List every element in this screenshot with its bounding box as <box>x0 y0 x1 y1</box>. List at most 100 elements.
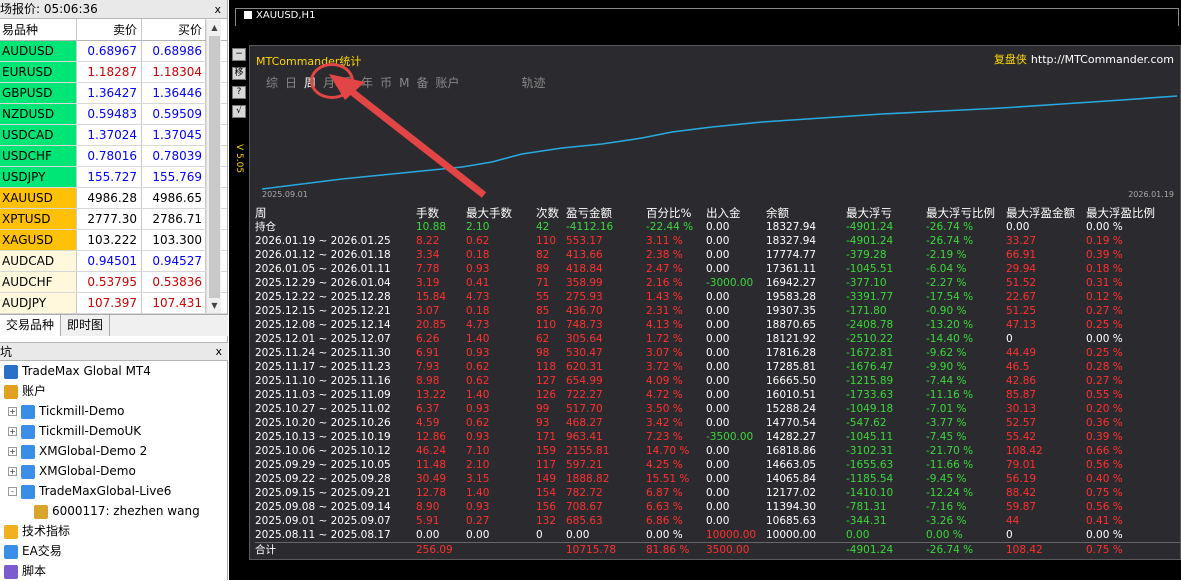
navigator-tree: TradeMax Global MT4 账户 + Tickmill-Demo + Tick… <box>0 361 228 581</box>
col-symbol[interactable]: 易品种 <box>0 19 77 40</box>
market-watch-title: 场报价: 05:06:36 <box>0 2 98 16</box>
market-watch-rows: AUDUSD 0.68967 0.68986 EURUSD 1.18287 1.18304… <box>0 41 227 314</box>
quote-bid: 0.59483 <box>77 104 142 124</box>
server-icon <box>21 444 35 459</box>
close-icon[interactable]: x <box>214 0 221 18</box>
nav-item-label: XMGlobal-Demo 2 <box>39 444 148 458</box>
quote-ask: 1.37045 <box>142 125 206 145</box>
quote-row[interactable]: AUDJPY 107.397 107.431 <box>0 293 227 314</box>
nav-item-label: 6000117: zhezhen wang <box>52 504 200 518</box>
nav-item[interactable]: + XMGlobal-Demo 2 <box>0 441 228 461</box>
nav-item-label: TradeMax Global MT4 <box>22 364 151 378</box>
chart-window[interactable]: XAUUSD,H1 − 移 ? √ MTCommander统计 复盘侠 http:… <box>229 0 1181 580</box>
tab-symbols[interactable]: 交易品种 <box>0 315 62 336</box>
close-icon[interactable]: x <box>215 343 222 361</box>
quote-symbol[interactable]: XPTUSD <box>0 209 77 229</box>
quote-row[interactable]: XAUUSD 4986.28 4986.65 <box>0 188 227 209</box>
quote-bid: 155.727 <box>77 167 142 187</box>
market-watch-header: 易品种 卖价 买价 <box>0 19 227 41</box>
quote-symbol[interactable]: USDCHF <box>0 146 77 166</box>
quote-ask: 4986.65 <box>142 188 206 208</box>
nav-item[interactable]: 技术指标 <box>0 521 228 541</box>
navigator-titlebar: 坑 x <box>0 342 228 361</box>
server-icon <box>21 464 35 479</box>
nav-item[interactable]: + XMGlobal-Demo <box>0 461 228 481</box>
nav-item-label: 脚本 <box>22 564 47 578</box>
quote-row[interactable]: XAGUSD 103.222 103.300 <box>0 230 227 251</box>
quote-bid: 4986.28 <box>77 188 142 208</box>
col-bid[interactable]: 卖价 <box>77 19 142 40</box>
nav-item[interactable]: TradeMax Global MT4 <box>0 361 228 381</box>
quote-ask: 0.68986 <box>142 41 206 61</box>
quote-ask: 2786.71 <box>142 209 206 229</box>
nav-item-label: Tickmill-DemoUK <box>39 424 142 438</box>
quote-row[interactable]: USDCHF 0.78016 0.78039 <box>0 146 227 167</box>
server-icon <box>21 484 35 499</box>
quote-ask: 155.769 <box>142 167 206 187</box>
quote-ask: 103.300 <box>142 230 206 250</box>
quote-symbol[interactable]: NZDUSD <box>0 104 77 124</box>
col-ask[interactable]: 买价 <box>142 19 206 40</box>
scroll-up-icon[interactable]: ▲ <box>207 20 222 35</box>
quote-symbol[interactable]: AUDUSD <box>0 41 77 61</box>
scroll-down-icon[interactable]: ▼ <box>207 298 222 313</box>
quote-bid: 0.94501 <box>77 251 142 271</box>
scroll-thumb[interactable] <box>209 36 220 298</box>
quote-row[interactable]: USDJPY 155.727 155.769 <box>0 167 227 188</box>
nav-item-label: EA交易 <box>22 544 62 558</box>
quote-symbol[interactable]: USDJPY <box>0 167 77 187</box>
nav-item[interactable]: - TradeMaxGlobal-Live6 <box>0 481 228 501</box>
quote-symbol[interactable]: USDCAD <box>0 125 77 145</box>
nav-item[interactable]: + Tickmill-DemoUK <box>0 421 228 441</box>
collapse-icon[interactable]: - <box>8 487 17 496</box>
user-icon <box>34 504 48 519</box>
expand-icon[interactable]: + <box>8 447 17 456</box>
quote-symbol[interactable]: XAUUSD <box>0 188 77 208</box>
server-icon <box>21 424 35 439</box>
quote-row[interactable]: AUDCHF 0.53795 0.53836 <box>0 272 227 293</box>
nav-item-label: Tickmill-Demo <box>39 404 125 418</box>
quote-ask: 107.431 <box>142 293 206 313</box>
quote-row[interactable]: AUDCAD 0.94501 0.94527 <box>0 251 227 272</box>
quote-symbol[interactable]: AUDCAD <box>0 251 77 271</box>
ea-icon <box>4 544 18 559</box>
quote-row[interactable]: EURUSD 1.18287 1.18304 <box>0 62 227 83</box>
expand-icon[interactable]: + <box>8 407 17 416</box>
nav-item-label: 技术指标 <box>22 524 71 538</box>
quote-bid: 1.18287 <box>77 62 142 82</box>
quote-symbol[interactable]: GBPUSD <box>0 83 77 103</box>
quote-row[interactable]: USDCAD 1.37024 1.37045 <box>0 125 227 146</box>
quote-ask: 0.78039 <box>142 146 206 166</box>
nav-item[interactable]: EA交易 <box>0 541 228 561</box>
quote-ask: 0.59509 <box>142 104 206 124</box>
quote-bid: 103.222 <box>77 230 142 250</box>
expand-icon[interactable]: + <box>8 427 17 436</box>
expand-icon[interactable]: + <box>8 467 17 476</box>
tab-tick-chart[interactable]: 即时图 <box>61 315 111 336</box>
nav-item-label: TradeMaxGlobal-Live6 <box>39 484 172 498</box>
quote-bid: 2777.30 <box>77 209 142 229</box>
script-icon <box>4 564 18 579</box>
navigator-title: 坑 <box>0 345 13 359</box>
quote-row[interactable]: NZDUSD 0.59483 0.59509 <box>0 104 227 125</box>
quote-symbol[interactable]: AUDJPY <box>0 293 77 313</box>
quote-symbol[interactable]: XAGUSD <box>0 230 77 250</box>
quote-ask: 1.18304 <box>142 62 206 82</box>
quote-symbol[interactable]: EURUSD <box>0 62 77 82</box>
quote-ask: 0.53836 <box>142 272 206 292</box>
nav-item[interactable]: 账户 <box>0 381 228 401</box>
quote-row[interactable]: XPTUSD 2777.30 2786.71 <box>0 209 227 230</box>
nav-item[interactable]: + Tickmill-Demo <box>0 401 228 421</box>
quote-bid: 107.397 <box>77 293 142 313</box>
market-watch-titlebar: 场报价: 05:06:36 x <box>0 0 227 19</box>
quote-bid: 0.78016 <box>77 146 142 166</box>
quote-row[interactable]: AUDUSD 0.68967 0.68986 <box>0 41 227 62</box>
market-watch-scrollbar[interactable]: ▲ ▼ <box>206 20 221 313</box>
quote-row[interactable]: GBPUSD 1.36427 1.36446 <box>0 83 227 104</box>
chart-bottom <box>229 560 1181 580</box>
accounts-icon <box>4 384 18 399</box>
nav-item[interactable]: 脚本 <box>0 561 228 581</box>
quote-symbol[interactable]: AUDCHF <box>0 272 77 292</box>
quote-bid: 1.36427 <box>77 83 142 103</box>
nav-item[interactable]: 6000117: zhezhen wang <box>0 501 228 521</box>
